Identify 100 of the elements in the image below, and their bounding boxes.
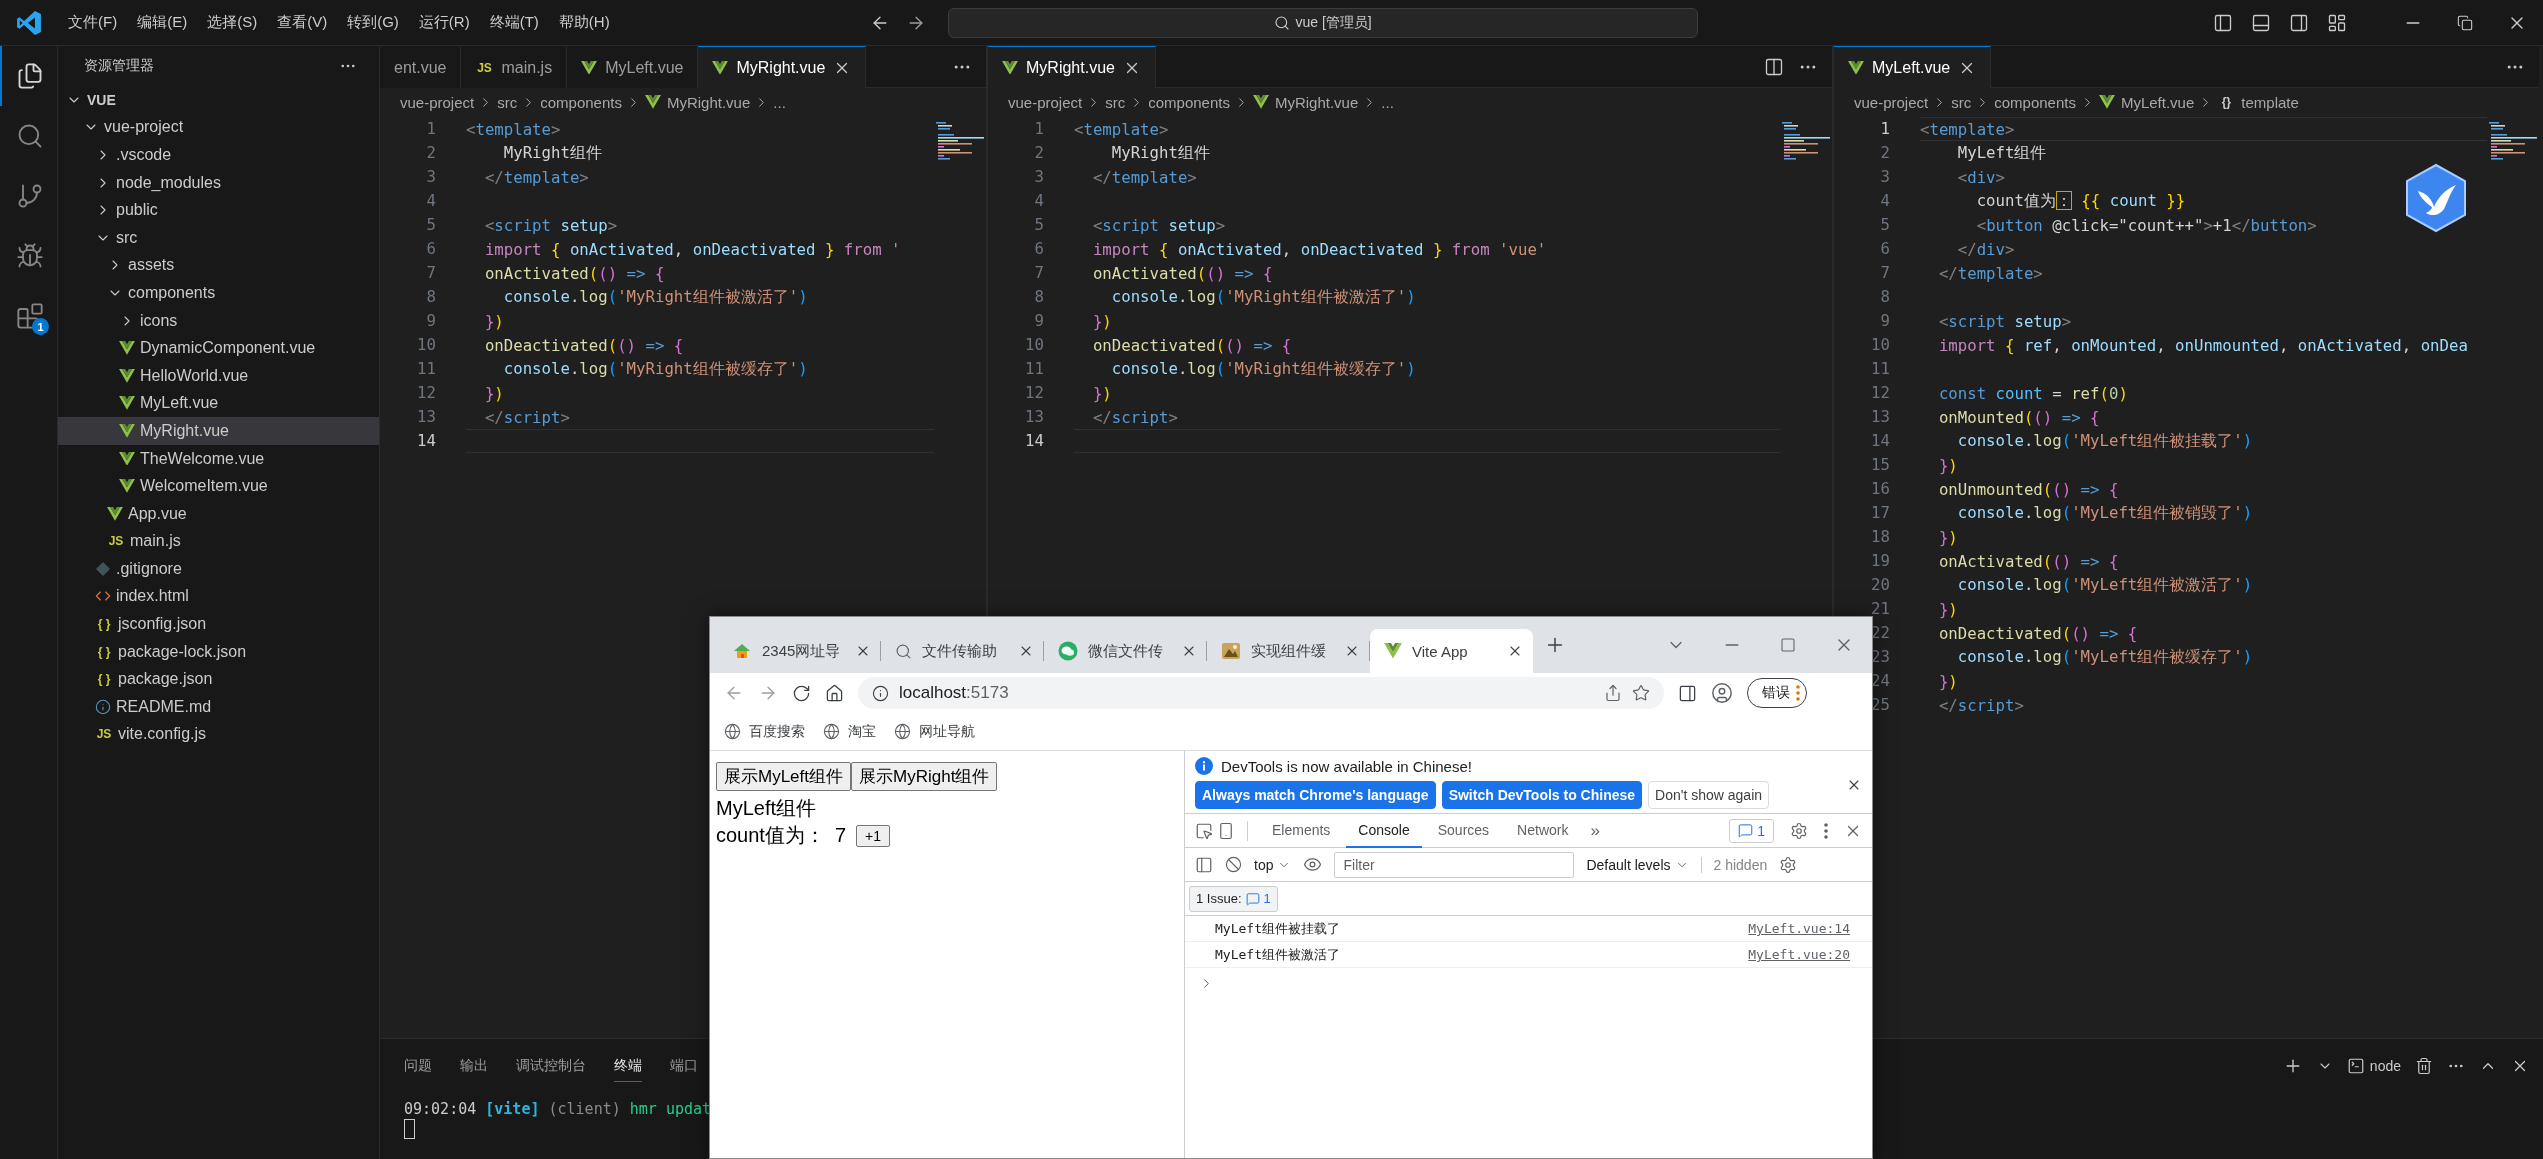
file-item[interactable]: HelloWorld.vue	[58, 361, 379, 390]
devtools-tab[interactable]: Console	[1346, 813, 1422, 848]
browser-tab[interactable]: 文件传输助	[881, 629, 1044, 673]
activity-button[interactable]: 1	[0, 286, 58, 346]
show-component-button[interactable]: 展示MyLeft组件	[716, 762, 852, 791]
address-bar[interactable]: localhost:5173	[858, 677, 1664, 709]
folder-item[interactable]: VUE	[58, 86, 379, 114]
folder-item[interactable]: public	[58, 196, 379, 224]
file-item[interactable]: index.html	[58, 582, 379, 611]
banner-button[interactable]: Always match Chrome's language	[1195, 781, 1436, 809]
editor-tab[interactable]: JS main.js	[461, 46, 568, 88]
panel-right-icon[interactable]	[2289, 12, 2309, 33]
menu-item[interactable]: 终端(T)	[479, 9, 549, 36]
browser-tab[interactable]: Vite App	[1370, 629, 1533, 673]
panel-tab[interactable]: 调试控制台	[516, 1050, 586, 1082]
profile-button[interactable]: 错误	[1747, 678, 1807, 708]
side-panel-icon[interactable]	[1678, 683, 1697, 703]
folder-item[interactable]: assets	[58, 251, 379, 280]
breadcrumb-item[interactable]: MyLeft.vue	[2098, 93, 2195, 111]
breadcrumb-item[interactable]: vue-project	[1008, 93, 1083, 111]
devtools-tab[interactable]: Sources	[1425, 813, 1502, 848]
menu-item[interactable]: 文件(F)	[58, 9, 128, 36]
browser-tab[interactable]: 微信文件传	[1044, 629, 1207, 673]
more-tabs-button[interactable]: »	[1584, 820, 1606, 841]
issues-badge[interactable]: 1	[1729, 818, 1774, 843]
levels-dropdown[interactable]: Default levels	[1586, 856, 1702, 873]
source-link[interactable]: MyLeft.vue:20	[1748, 947, 1850, 962]
panel-tab[interactable]: 问题	[404, 1050, 432, 1082]
menu-item[interactable]: 选择(S)	[197, 9, 268, 36]
restore-icon[interactable]	[2457, 14, 2473, 31]
file-item[interactable]: TheWelcome.vue	[58, 444, 379, 473]
kebab-icon[interactable]	[1824, 822, 1828, 839]
breadcrumb-item[interactable]: MyRight.vue	[644, 93, 751, 111]
breadcrumb-item[interactable]: src	[1105, 93, 1126, 111]
panel-tab[interactable]: 输出	[460, 1050, 488, 1082]
eye-icon[interactable]	[1303, 855, 1323, 874]
editor-tab[interactable]: MyRight.vue	[698, 46, 867, 88]
breadcrumb-item[interactable]: vue-project	[400, 93, 475, 111]
folder-item[interactable]: node_modules	[58, 168, 379, 197]
breadcrumb-item[interactable]: {} template	[2217, 93, 2299, 111]
menu-item[interactable]: 查看(V)	[267, 9, 338, 36]
clear-icon[interactable]	[1225, 856, 1242, 873]
devtools-tab[interactable]: Elements	[1260, 813, 1343, 848]
home-icon[interactable]	[825, 683, 844, 703]
file-item[interactable]: README.md	[58, 693, 379, 721]
devtools-tab[interactable]: Network	[1505, 813, 1581, 848]
editor-tab[interactable]: MyLeft.vue	[1834, 46, 1992, 88]
reload-icon[interactable]	[792, 683, 811, 703]
folder-item[interactable]: vue-project	[58, 113, 379, 142]
device-icon[interactable]	[1217, 821, 1235, 840]
breadcrumb-item[interactable]: components	[1148, 93, 1230, 111]
file-item[interactable]: JS vite.config.js	[58, 720, 379, 749]
increment-button[interactable]: +1	[856, 824, 891, 847]
file-item[interactable]: JS main.js	[58, 527, 379, 556]
layout-icon[interactable]	[2327, 12, 2347, 33]
panel-tab[interactable]: 端口	[670, 1050, 698, 1082]
file-item[interactable]: WelcomeItem.vue	[58, 472, 379, 500]
context-dropdown[interactable]: top	[1254, 856, 1292, 873]
breadcrumb-item[interactable]: ...	[773, 93, 786, 111]
settings-icon[interactable]	[1790, 821, 1808, 840]
sidebar-icon[interactable]	[1195, 855, 1213, 874]
file-item[interactable]: { } package-lock.json	[58, 637, 379, 666]
star-icon[interactable]	[1632, 684, 1650, 702]
breadcrumb-item[interactable]: MyRight.vue	[1252, 93, 1359, 111]
menu-item[interactable]: 运行(R)	[408, 9, 480, 36]
folder-item[interactable]: icons	[58, 306, 379, 335]
folder-item[interactable]: components	[58, 279, 379, 307]
bookmark[interactable]: 淘宝	[823, 722, 876, 741]
source-link[interactable]: MyLeft.vue:14	[1748, 921, 1850, 936]
bookmark[interactable]: 百度搜索	[724, 722, 805, 741]
folder-item[interactable]: src	[58, 223, 379, 252]
filter-field[interactable]: Filter	[1334, 851, 1575, 878]
share-icon[interactable]	[1604, 684, 1622, 702]
panel-tab[interactable]: 终端	[614, 1050, 642, 1082]
breadcrumb-item[interactable]: ...	[1381, 93, 1394, 111]
breadcrumb-item[interactable]: src	[497, 93, 518, 111]
menu-item[interactable]: 帮助(H)	[548, 9, 620, 36]
editor-tab[interactable]: ent.vue	[380, 46, 462, 88]
file-item[interactable]: App.vue	[58, 499, 379, 528]
split-editor-icon[interactable]	[1764, 56, 1784, 77]
trash-icon[interactable]	[2415, 1057, 2433, 1075]
file-item[interactable]: DynamicComponent.vue	[58, 334, 379, 362]
editor-tab[interactable]: MyLeft.vue	[567, 46, 699, 88]
banner-button[interactable]: Don't show again	[1648, 781, 1770, 809]
settings-icon[interactable]	[1779, 855, 1798, 874]
inspect-icon[interactable]	[1195, 821, 1213, 840]
menu-item[interactable]: 转到(G)	[337, 9, 409, 36]
browser-tab[interactable]: 2345网址导	[718, 629, 881, 673]
panel-left-icon[interactable]	[2213, 12, 2233, 33]
breadcrumb-item[interactable]: components	[1994, 93, 2076, 111]
banner-button[interactable]: Switch DevTools to Chinese	[1441, 781, 1643, 809]
show-component-button[interactable]: 展示MyRight组件	[851, 762, 998, 791]
bookmark[interactable]: 网址导航	[894, 722, 975, 741]
file-item[interactable]: MyLeft.vue	[58, 389, 379, 418]
breadcrumb-item[interactable]: components	[540, 93, 622, 111]
file-item[interactable]: MyRight.vue	[58, 417, 379, 445]
terminal-selector[interactable]: node	[2346, 1057, 2401, 1075]
menu-item[interactable]: 编辑(E)	[127, 9, 198, 36]
file-item[interactable]: { } package.json	[58, 665, 379, 694]
breadcrumb-item[interactable]: vue-project	[1854, 93, 1929, 111]
